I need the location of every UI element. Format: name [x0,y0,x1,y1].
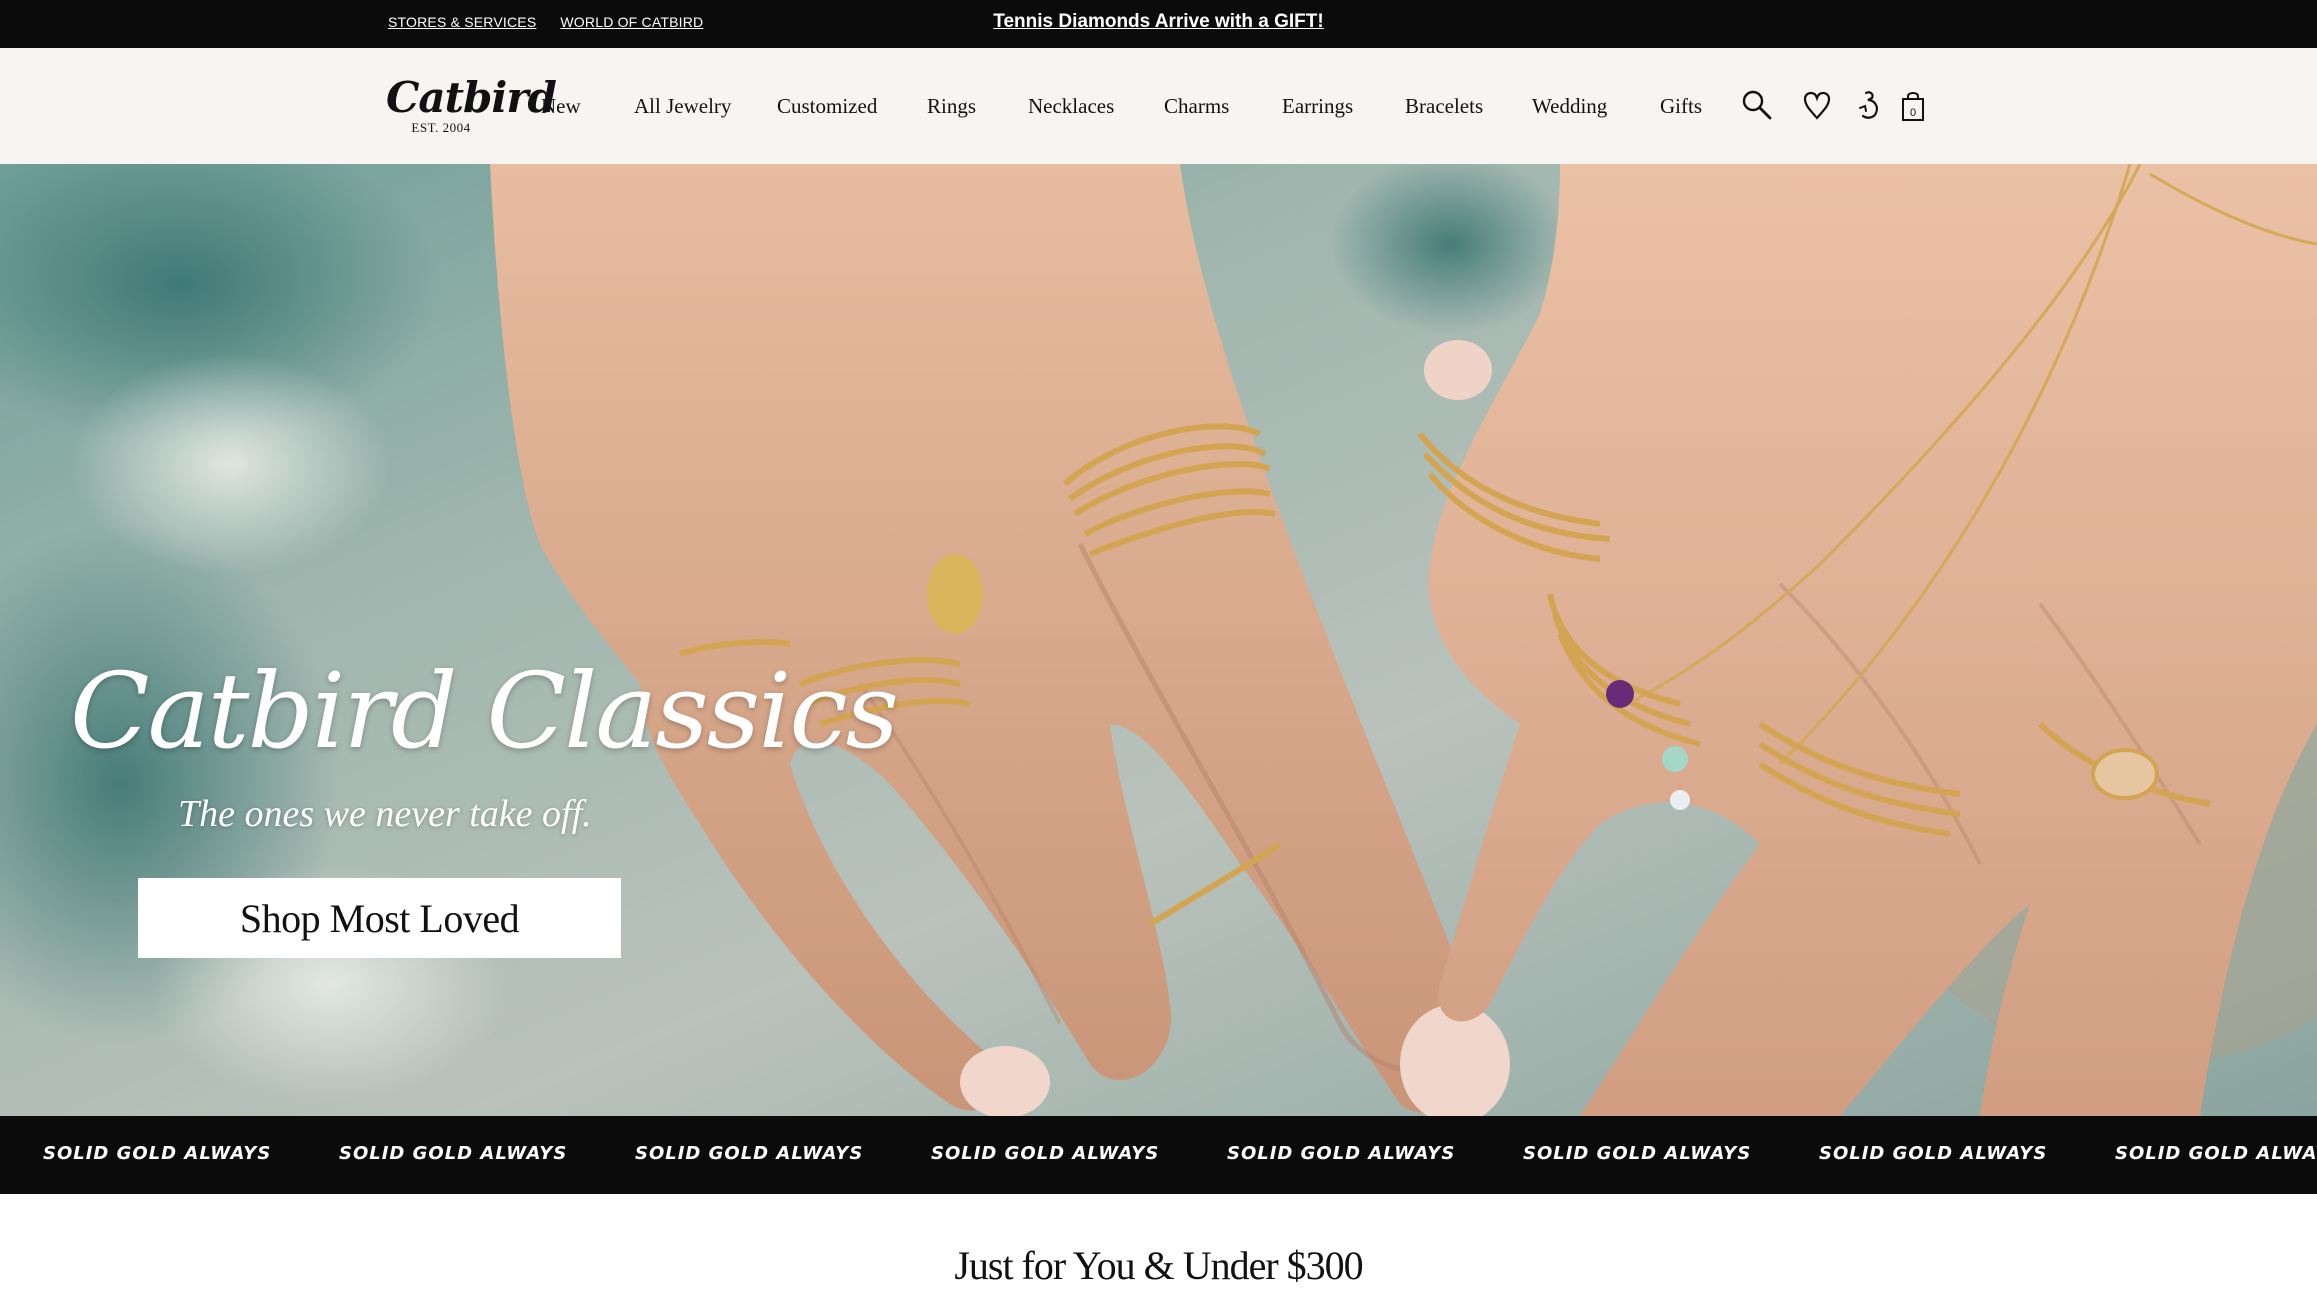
hero-subtitle: The ones we never take off. [178,793,592,835]
nav-item-charms[interactable]: Charms [1164,94,1229,119]
site-header: Catbird EST. 2004 New All Jewelry Custom… [0,48,2317,164]
search-icon[interactable] [1740,88,1774,122]
nav-item-wedding[interactable]: Wedding [1532,94,1607,119]
marquee-text: SOLID GOLD ALWAYS [43,1143,272,1164]
nav-item-bracelets[interactable]: Bracelets [1405,94,1483,119]
logo-wordmark: Catbird [386,73,557,122]
nav-item-all-jewelry[interactable]: All Jewelry [634,94,731,119]
marquee-text: SOLID GOLD ALWAYS [339,1143,568,1164]
cart-count: 0 [1910,107,1916,119]
nav-item-gifts[interactable]: Gifts [1660,94,1702,119]
marquee-banner: SOLID GOLD ALWAYS SOLID GOLD ALWAYS SOLI… [0,1116,2317,1194]
nav-item-necklaces[interactable]: Necklaces [1028,94,1114,119]
marquee-text: SOLID GOLD ALWAYS [931,1143,1160,1164]
hero-banner: Catbird Classics The ones we never take … [0,164,2317,1116]
shop-most-loved-button[interactable]: Shop Most Loved [138,878,621,958]
marquee-text: SOLID GOLD ALWAYS [1227,1143,1456,1164]
marquee-text: SOLID GOLD ALWAYS [1819,1143,2048,1164]
marquee-text: SOLID GOLD ALWAYS [2115,1143,2317,1164]
hero-image [0,164,2317,1116]
wishlist-heart-icon[interactable] [1800,88,1834,122]
account-icon[interactable] [1852,88,1886,122]
section-heading: Just for You & Under $300 [954,1243,1363,1288]
shopping-bag-icon[interactable]: 0 [1896,88,1930,122]
logo-established: EST. 2004 [411,120,471,135]
promo-link[interactable]: Tennis Diamonds Arrive with a GIFT! [0,11,2317,33]
nav-item-earrings[interactable]: Earrings [1282,94,1353,119]
nav-item-customized[interactable]: Customized [777,94,877,119]
nav-item-new[interactable]: New [541,94,581,119]
catbird-logo[interactable]: Catbird EST. 2004 [386,73,557,146]
nav-item-rings[interactable]: Rings [927,94,976,119]
announcement-bar: STORES & SERVICES WORLD OF CATBIRD Tenni… [0,0,2317,48]
marquee-text: SOLID GOLD ALWAYS [635,1143,864,1164]
marquee-text: SOLID GOLD ALWAYS [1523,1143,1752,1164]
hero-title: Catbird Classics [70,650,899,772]
